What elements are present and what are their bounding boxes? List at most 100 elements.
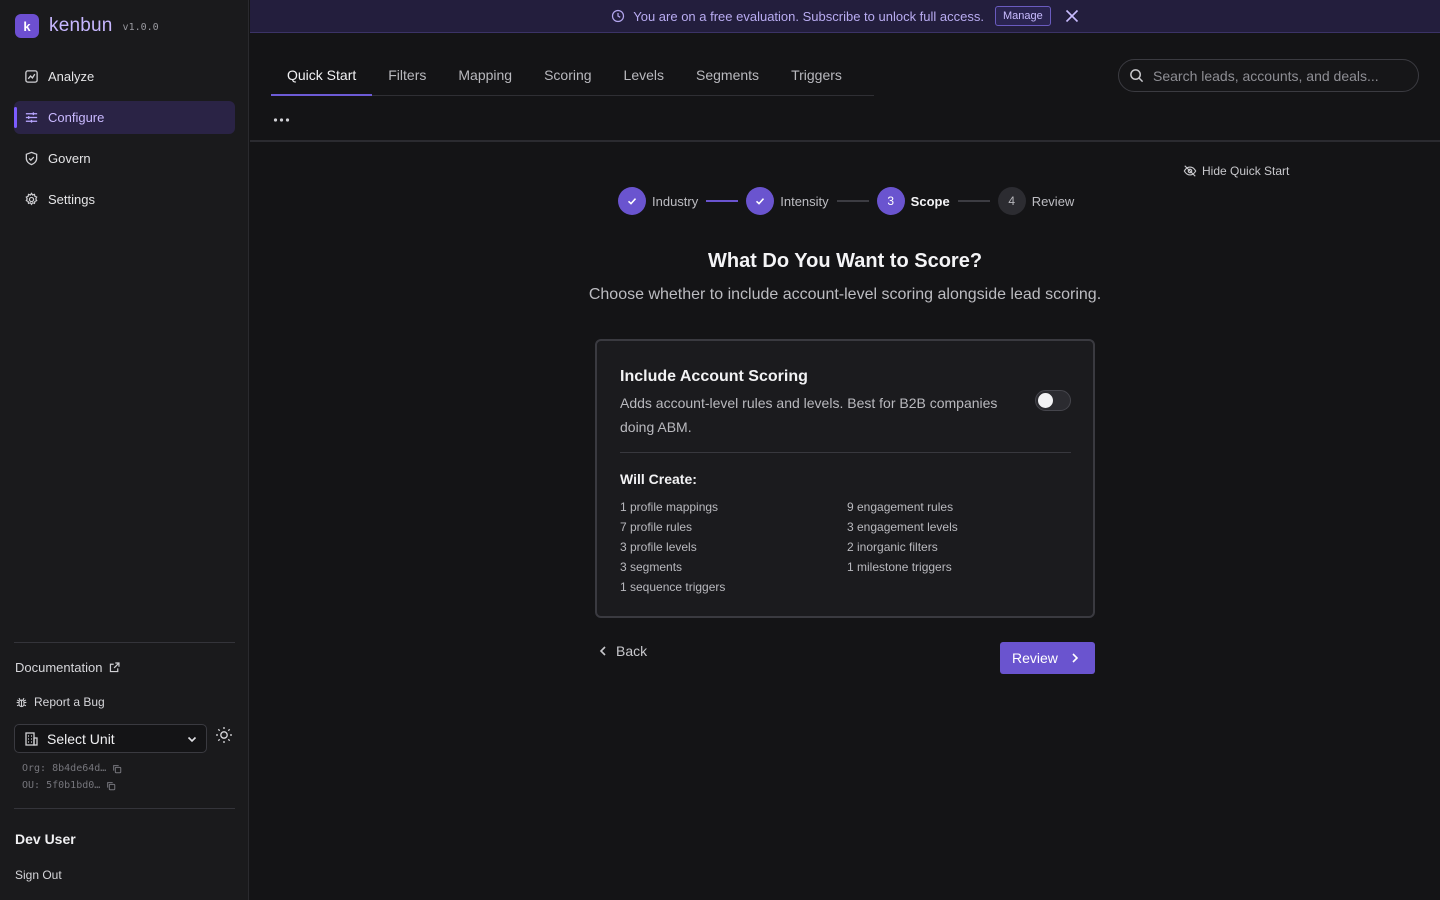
theme-toggle-button[interactable]	[215, 726, 233, 744]
chevron-down-icon	[186, 733, 198, 745]
ou-value: 5f0b1bd0…	[46, 780, 101, 791]
global-search[interactable]	[1118, 59, 1419, 92]
chevron-left-icon	[598, 645, 616, 657]
sidebar-item-label: Settings	[48, 192, 95, 207]
brand-logo-icon: k	[15, 14, 39, 38]
header-divider	[250, 140, 1440, 142]
step-connector	[957, 200, 990, 202]
step-label: Scope	[910, 193, 950, 209]
chevron-right-icon	[1058, 652, 1080, 664]
list-item: 7 profile rules	[620, 520, 693, 534]
sidebar-item-govern[interactable]: Govern	[14, 142, 235, 175]
ou-label: OU:	[22, 780, 41, 791]
step-label: Industry	[652, 193, 699, 209]
card-divider	[620, 452, 1071, 453]
shield-icon	[24, 151, 39, 166]
external-link-icon	[102, 661, 121, 674]
documentation-label: Documentation	[15, 660, 103, 675]
hide-quick-start-label: Hide Quick Start	[1202, 164, 1290, 178]
check-icon	[746, 187, 775, 215]
will-create-list-right: 9 engagement rules 3 engagement levels 2…	[847, 499, 958, 579]
list-item: 1 profile mappings	[620, 500, 719, 514]
chart-icon	[24, 69, 39, 84]
account-scoring-toggle[interactable]	[1035, 390, 1071, 411]
report-bug-label: Report a Bug	[34, 695, 105, 709]
documentation-link[interactable]: Documentation	[15, 660, 121, 675]
step-number: 3	[876, 187, 905, 215]
bug-icon	[15, 696, 34, 709]
list-item: 3 engagement levels	[847, 520, 958, 534]
sidebar: k kenbun v1.0.0 Analyze Configure Govern	[0, 0, 249, 900]
brand[interactable]: k kenbun v1.0.0	[15, 14, 159, 38]
clock-icon	[611, 9, 625, 23]
check-icon	[618, 187, 646, 215]
card-description: Adds account-level rules and levels. Bes…	[620, 395, 998, 435]
report-bug-link[interactable]: Report a Bug	[15, 695, 105, 709]
page-subtitle: Choose whether to include account-level …	[588, 286, 1102, 303]
brand-name: kenbun	[49, 15, 113, 36]
ellipsis-icon	[273, 114, 290, 126]
org-id: Org: 8b4de64d…	[22, 763, 122, 774]
hide-quick-start-button[interactable]: Hide Quick Start	[1183, 164, 1289, 178]
toggle-knob	[1038, 393, 1053, 408]
step-industry[interactable]: Industry	[618, 187, 698, 215]
evaluation-banner: You are on a free evaluation. Subscribe …	[250, 0, 1440, 33]
unit-select[interactable]: Select Unit	[14, 724, 207, 753]
tab-segments[interactable]: Segments	[680, 55, 775, 95]
app-version: v1.0.0	[122, 21, 159, 33]
tab-scoring[interactable]: Scoring	[528, 55, 607, 95]
step-scope[interactable]: 3 Scope	[876, 187, 950, 215]
config-tabs: Quick Start Filters Mapping Scoring Leve…	[271, 55, 874, 96]
tab-quick-start[interactable]: Quick Start	[271, 55, 373, 96]
step-connector	[706, 200, 739, 202]
review-button[interactable]: Review	[1000, 642, 1095, 674]
sidebar-item-label: Configure	[48, 110, 105, 125]
tab-triggers[interactable]: Triggers	[775, 55, 858, 95]
will-create-heading: Will Create:	[620, 471, 697, 487]
user-name: Dev User	[15, 831, 76, 847]
step-number: 4	[997, 187, 1026, 215]
list-item: 9 engagement rules	[847, 500, 954, 514]
tab-mapping[interactable]: Mapping	[442, 55, 528, 95]
step-intensity[interactable]: Intensity	[746, 187, 829, 215]
step-label: Review	[1031, 193, 1075, 209]
sidebar-item-analyze[interactable]: Analyze	[14, 60, 235, 93]
tab-filters[interactable]: Filters	[372, 55, 442, 95]
quick-start-stepper: Industry Intensity 3 Scope 4 Review	[618, 187, 1074, 215]
close-banner-button[interactable]	[1065, 9, 1079, 23]
sidebar-item-label: Analyze	[48, 69, 95, 84]
tab-levels[interactable]: Levels	[608, 55, 680, 95]
account-scoring-card: Include Account Scoring Adds account-lev…	[595, 339, 1095, 618]
list-item: 1 milestone triggers	[847, 560, 952, 574]
unit-select-value: Select Unit	[47, 730, 115, 747]
eye-off-icon	[1183, 164, 1202, 178]
sidebar-divider	[14, 642, 235, 643]
list-item: 3 segments	[620, 560, 683, 574]
step-connector	[836, 200, 869, 202]
org-value: 8b4de64d…	[52, 763, 107, 774]
card-title: Include Account Scoring	[620, 368, 808, 385]
sidebar-divider	[14, 808, 235, 809]
sidebar-item-label: Govern	[48, 151, 91, 166]
sign-out-link[interactable]: Sign Out	[15, 868, 62, 882]
manage-button[interactable]: Manage	[994, 6, 1051, 26]
org-label: Org:	[22, 763, 47, 774]
back-label: Back	[616, 643, 648, 659]
gear-icon	[24, 192, 39, 207]
copy-icon[interactable]	[100, 781, 116, 791]
back-button[interactable]: Back	[598, 643, 647, 659]
sidebar-item-settings[interactable]: Settings	[14, 183, 235, 216]
more-options-button[interactable]	[273, 114, 290, 126]
page-title: What Do You Want to Score?	[707, 250, 983, 272]
step-review[interactable]: 4 Review	[997, 187, 1075, 215]
sliders-icon	[24, 110, 39, 125]
sidebar-item-configure[interactable]: Configure	[14, 101, 235, 134]
will-create-list-left: 1 profile mappings 7 profile rules 3 pro…	[620, 499, 725, 599]
ou-id: OU: 5f0b1bd0…	[22, 780, 116, 791]
copy-icon[interactable]	[106, 764, 122, 774]
list-item: 2 inorganic filters	[847, 540, 938, 554]
search-input[interactable]	[1153, 67, 1403, 84]
sun-icon	[215, 726, 233, 744]
step-label: Intensity	[780, 193, 829, 209]
building-icon	[23, 731, 39, 747]
